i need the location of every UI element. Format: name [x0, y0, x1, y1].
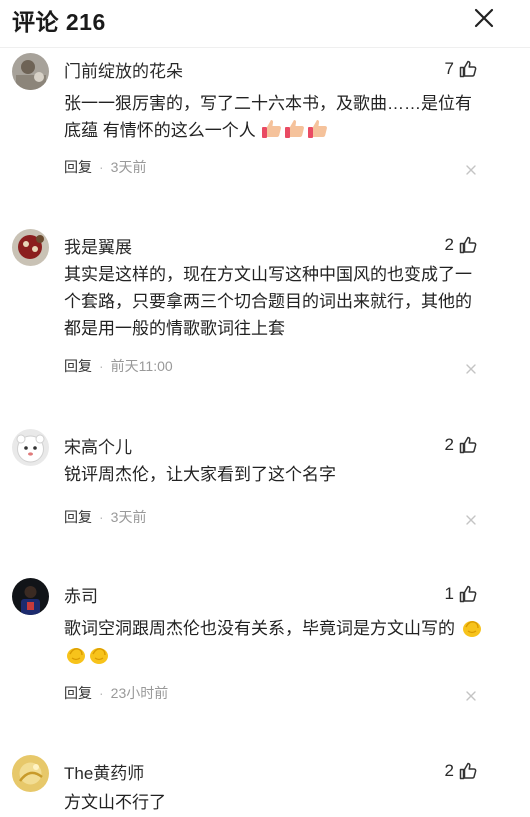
like-count: 7 — [444, 59, 454, 78]
comments-title: 评论 216 — [12, 9, 106, 35]
remove-icon[interactable] — [464, 163, 478, 177]
separator-dot: · — [99, 159, 104, 175]
avatar[interactable] — [12, 229, 49, 266]
comment-text: 其实是这样的，现在方文山写这种中国风的也变成了一个套路，只要拿两三个切合题目的词… — [64, 265, 472, 338]
comment-username[interactable]: 宋高个儿 — [64, 433, 132, 458]
comment-username[interactable]: 门前绽放的花朵 — [64, 57, 183, 82]
comment-meta: 回复 · 23小时前 — [64, 683, 168, 703]
remove-icon[interactable] — [464, 513, 478, 527]
avatar[interactable] — [12, 429, 49, 466]
separator-dot: · — [99, 509, 104, 525]
clapping-hands-emoji — [462, 621, 481, 637]
comment-username[interactable]: 赤司 — [64, 582, 98, 607]
reply-button[interactable]: 回复 — [64, 685, 92, 701]
comment-time: 前天11:00 — [110, 358, 173, 374]
like-count: 2 — [444, 761, 454, 780]
thumbs-up-emoji — [308, 120, 328, 138]
close-button[interactable] — [470, 4, 498, 32]
separator-dot: · — [99, 358, 104, 374]
like-button[interactable]: 2 — [445, 759, 478, 783]
close-icon — [474, 8, 494, 28]
comment-time: 23小时前 — [110, 685, 169, 701]
reply-button[interactable]: 回复 — [64, 509, 92, 525]
thumbs-up-icon — [459, 585, 477, 603]
avatar[interactable] — [12, 53, 49, 90]
reply-button[interactable]: 回复 — [64, 358, 92, 374]
comment-username[interactable]: The黄药师 — [64, 759, 144, 784]
thumbs-up-emoji — [285, 120, 305, 138]
comment-time: 3天前 — [110, 159, 147, 175]
like-count: 2 — [444, 435, 454, 454]
comments-header: 评论 216 — [0, 0, 530, 48]
comment-text: 方文山不行了 — [64, 793, 166, 812]
like-button[interactable]: 2 — [445, 233, 478, 257]
reply-button[interactable]: 回复 — [64, 159, 92, 175]
thumbs-up-icon — [459, 762, 477, 780]
avatar[interactable] — [12, 578, 49, 615]
comment-meta: 回复 · 3天前 — [64, 507, 146, 527]
like-count: 2 — [444, 235, 454, 254]
clapping-hands-emoji — [90, 648, 108, 664]
like-button[interactable]: 7 — [445, 57, 478, 81]
clapping-hands-emoji — [67, 648, 85, 664]
remove-icon[interactable] — [464, 689, 478, 703]
comment-text: 锐评周杰伦，让大家看到了这个名字 — [64, 465, 336, 484]
like-button[interactable]: 1 — [445, 582, 478, 606]
avatar[interactable] — [12, 755, 49, 792]
thumbs-up-icon — [459, 236, 477, 254]
comment-text: 歌词空洞跟周杰伦也没有关系，毕竟词是方文山写的 — [64, 615, 484, 669]
like-button[interactable]: 2 — [445, 433, 478, 457]
comment-meta: 回复 · 前天11:00 — [64, 356, 173, 376]
comment-meta: 回复 · 3天前 — [64, 157, 146, 177]
separator-dot: · — [99, 685, 104, 701]
thumbs-up-icon — [459, 60, 477, 78]
like-count: 1 — [444, 584, 454, 603]
thumbs-up-emoji — [262, 120, 282, 138]
remove-icon[interactable] — [464, 362, 478, 376]
comment-time: 3天前 — [110, 509, 147, 525]
comment-text: 张一一狠厉害的，写了二十六本书，及歌曲……是位有底蕴 有情怀的这么一个人 — [64, 94, 472, 140]
thumbs-up-icon — [459, 436, 477, 454]
comment-username[interactable]: 我是翼展 — [64, 233, 132, 258]
